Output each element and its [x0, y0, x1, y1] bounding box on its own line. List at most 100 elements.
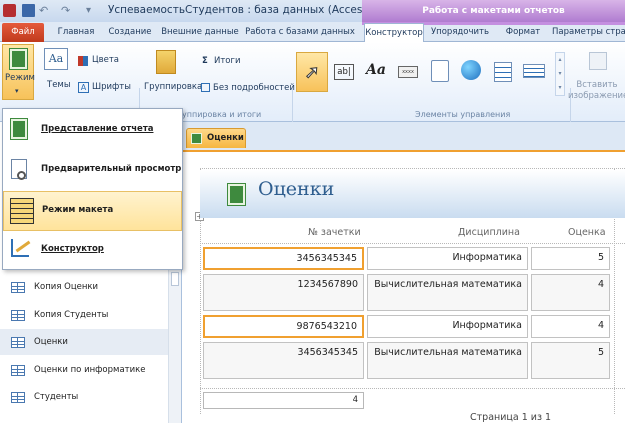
- cell-id[interactable]: 3456345345: [203, 342, 364, 379]
- menu-item-label: Конструктор: [41, 244, 104, 254]
- layout-view-icon: [10, 198, 34, 224]
- access-app-icon: [3, 4, 16, 17]
- insert-image-button[interactable]: Вставить изображение: [568, 80, 625, 102]
- hide-details-icon: [201, 83, 210, 92]
- record-count-cell[interactable]: 4: [203, 392, 364, 409]
- label-control-icon[interactable]: Aa: [366, 62, 386, 78]
- column-header-subject[interactable]: Дисциплина: [458, 227, 520, 238]
- context-tab-header: Работа с макетами отчетов: [362, 0, 625, 22]
- layout-gridline: [200, 168, 625, 169]
- cell-id[interactable]: 9876543210: [203, 315, 364, 338]
- list-box-control-icon[interactable]: [523, 64, 545, 78]
- totals-button[interactable]: Итоги: [214, 56, 241, 66]
- nav-item-label: Копия Студенты: [34, 310, 109, 320]
- themes-label[interactable]: Темы: [47, 80, 71, 90]
- table-icon: [11, 282, 25, 293]
- undo-icon[interactable]: ↶: [39, 4, 52, 17]
- nav-item-grades-copy[interactable]: Копия Оценки: [0, 274, 168, 300]
- nav-item-label: Копия Оценки: [34, 282, 99, 292]
- grouping-button[interactable]: Группировка: [144, 82, 202, 92]
- tab-control-icon[interactable]: [431, 60, 449, 82]
- cell-id[interactable]: 3456345345: [203, 247, 364, 270]
- dropdown-arrow-icon: ▾: [15, 87, 19, 95]
- cell-id[interactable]: 1234567890: [203, 274, 364, 311]
- tab-file[interactable]: Файл: [2, 23, 44, 42]
- nav-item-label: Оценки: [34, 337, 68, 347]
- grouping-icon[interactable]: [156, 50, 176, 74]
- menu-item-label: Режим макета: [42, 205, 114, 215]
- cell-grade[interactable]: 4: [531, 274, 610, 311]
- menu-item-design-view[interactable]: Конструктор: [3, 231, 182, 271]
- window-title: УспеваемостьСтудентов : база данных (Acc…: [108, 4, 388, 16]
- redo-icon[interactable]: ↷: [61, 4, 74, 17]
- column-header-id[interactable]: № зачетки: [308, 227, 361, 238]
- sigma-icon: Σ: [202, 56, 208, 66]
- menu-item-layout-view[interactable]: Режим макета: [3, 191, 182, 231]
- document-tab-label: Оценки: [207, 133, 244, 143]
- view-button[interactable]: Режим ▾: [2, 44, 35, 100]
- document-tab-grades[interactable]: Оценки: [186, 128, 246, 148]
- fonts-icon: A: [78, 82, 89, 93]
- save-icon[interactable]: [22, 4, 35, 17]
- table-icon: [11, 310, 25, 321]
- menu-item-print-preview[interactable]: Предварительный просмотр: [3, 151, 182, 191]
- tab-arrange[interactable]: Упорядочить: [428, 23, 492, 42]
- fonts-button[interactable]: Шрифты: [92, 82, 131, 92]
- tab-external-data[interactable]: Внешние данные: [158, 23, 242, 42]
- group-label-grouping: уппировка и итоги: [182, 110, 262, 119]
- report-logo-icon: [227, 183, 246, 206]
- cell-grade[interactable]: 5: [531, 247, 610, 270]
- hide-details-button[interactable]: Без подробностей: [213, 83, 295, 93]
- cell-subject[interactable]: Информатика: [367, 247, 528, 270]
- tab-design[interactable]: Конструктор: [364, 23, 424, 43]
- tab-database-tools[interactable]: Работа с базами данных: [244, 23, 356, 42]
- tab-page-setup[interactable]: Параметры стран: [552, 23, 625, 42]
- nav-item-students-copy[interactable]: Копия Студенты: [0, 302, 168, 328]
- nav-item-label: Оценки по информатике: [34, 365, 146, 375]
- table-icon: [11, 392, 25, 403]
- view-button-label: Режим: [5, 73, 35, 83]
- cell-subject[interactable]: Вычислительная математика: [367, 342, 528, 379]
- cell-grade[interactable]: 4: [531, 315, 610, 338]
- combo-box-control-icon[interactable]: [494, 62, 512, 82]
- nav-item-informatics-grades[interactable]: Оценки по информатике: [0, 357, 168, 383]
- report-icon: [191, 133, 202, 144]
- report-view-icon: [9, 48, 28, 70]
- column-header-grade[interactable]: Оценка: [568, 227, 606, 238]
- nav-scrollbar[interactable]: [168, 270, 181, 423]
- colors-button[interactable]: Цвета: [92, 55, 119, 65]
- layout-gridline: [200, 388, 625, 389]
- nav-item-label: Студенты: [34, 392, 79, 402]
- menu-item-label: Представление отчета: [41, 124, 154, 134]
- controls-gallery-scroll[interactable]: ▴ ▾ ▾: [555, 52, 565, 96]
- report-title[interactable]: Оценки: [258, 178, 334, 200]
- table-icon: [11, 365, 25, 376]
- button-control-icon[interactable]: xxxx: [398, 66, 418, 78]
- customize-toolbar-icon[interactable]: ▾: [86, 4, 99, 17]
- table-icon: [11, 337, 25, 348]
- textbox-control-icon[interactable]: ab|: [334, 64, 354, 80]
- document-tab-strip: [182, 122, 625, 152]
- menu-item-report-view[interactable]: Представление отчета: [3, 111, 182, 151]
- layout-gridline: [200, 243, 625, 244]
- tab-format[interactable]: Формат: [498, 23, 548, 42]
- insert-image-icon: [589, 52, 607, 70]
- scrollbar-thumb[interactable]: [171, 272, 179, 286]
- page-number[interactable]: Страница 1 из 1: [470, 412, 551, 423]
- report-view-icon: [10, 118, 28, 140]
- themes-icon[interactable]: Aa: [44, 48, 68, 70]
- colors-icon: [78, 56, 88, 66]
- cell-subject[interactable]: Информатика: [367, 315, 528, 338]
- hyperlink-control-icon[interactable]: [461, 60, 481, 80]
- nav-item-grades[interactable]: Оценки: [0, 329, 168, 355]
- group-label-controls: Элементы управления: [415, 110, 511, 119]
- cell-grade[interactable]: 5: [531, 342, 610, 379]
- view-dropdown-menu: Представление отчета Предварительный про…: [2, 108, 183, 270]
- nav-item-students[interactable]: Студенты: [0, 384, 168, 410]
- tab-create[interactable]: Создание: [104, 23, 156, 42]
- menu-item-label: Предварительный просмотр: [41, 164, 182, 174]
- tab-home[interactable]: Главная: [50, 23, 102, 42]
- magnifier-icon: [17, 171, 26, 180]
- cell-subject[interactable]: Вычислительная математика: [367, 274, 528, 311]
- select-pointer-icon[interactable]: ➚: [296, 52, 328, 92]
